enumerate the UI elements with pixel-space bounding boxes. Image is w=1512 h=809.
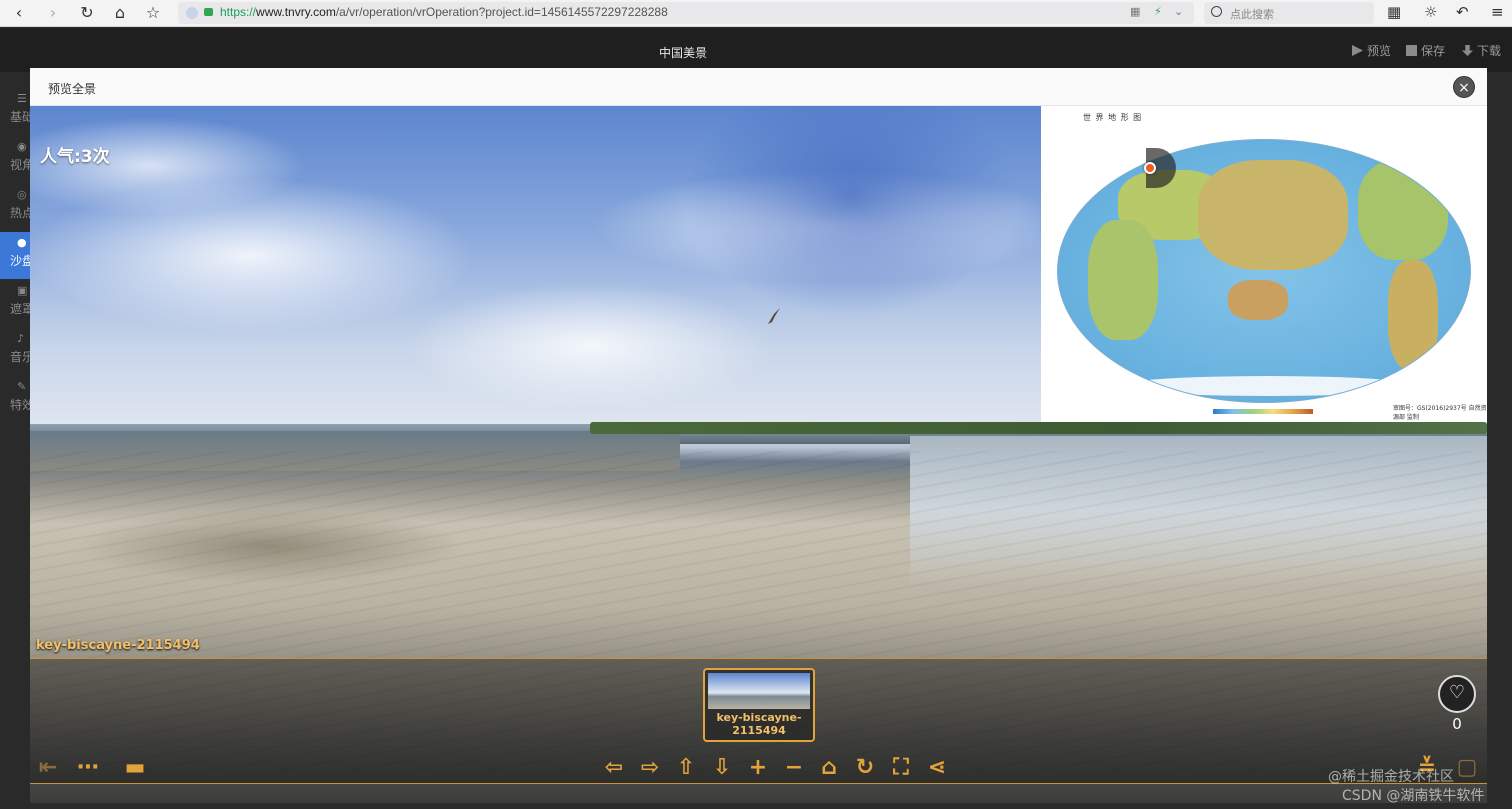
- sidebar-item-music[interactable]: ♪ 音乐: [0, 328, 34, 375]
- preview-modal: 预览全景 × 人气:3次 世 界 地 形 图 审图号：GS(2016)2937号…: [30, 68, 1487, 803]
- treeline: [590, 422, 1487, 434]
- star-icon[interactable]: ☆: [142, 3, 164, 23]
- panorama-viewer[interactable]: 人气:3次 世 界 地 形 图 审图号：GS(2016)2937号 自然资源部 …: [30, 106, 1487, 803]
- map-legend: [1213, 409, 1313, 414]
- land-south-america: [1388, 260, 1438, 370]
- back-icon[interactable]: ‹: [8, 3, 30, 23]
- arrow-down-icon[interactable]: ⇩: [710, 756, 734, 780]
- download-button[interactable]: 下载: [1462, 42, 1501, 59]
- land-north-america: [1358, 160, 1448, 260]
- scene-thumbnail[interactable]: key-biscayne-2115494: [703, 668, 815, 742]
- sidebar-item-sandtable[interactable]: ● 沙盘: [0, 232, 34, 279]
- url-text: https://www.tnvry.com/a/vr/operation/vrO…: [220, 5, 668, 19]
- save-button[interactable]: 保存: [1406, 42, 1445, 59]
- popularity-counter: 人气:3次: [40, 147, 110, 167]
- land-asia: [1198, 160, 1348, 270]
- modal-title: 预览全景: [48, 82, 97, 96]
- share-icon[interactable]: ⋖: [925, 756, 949, 780]
- target-icon: ◎: [17, 188, 27, 201]
- home-view-icon[interactable]: ⌂: [817, 756, 841, 780]
- bird-icon: [768, 308, 780, 324]
- image-icon: ▣: [17, 284, 28, 297]
- vr-glasses-icon[interactable]: ▬: [118, 756, 152, 780]
- land-australia: [1228, 280, 1288, 320]
- preview-label: 预览: [1367, 44, 1392, 58]
- eye-icon: ◉: [17, 140, 27, 153]
- arrow-up-icon[interactable]: ⇧: [674, 756, 698, 780]
- music-icon: ♪: [17, 332, 25, 345]
- url-scheme: https://: [220, 5, 257, 19]
- arrow-left-icon[interactable]: ⇦: [602, 756, 626, 780]
- undo-icon[interactable]: ↶: [1456, 3, 1469, 21]
- map-title: 世 界 地 形 图: [1083, 113, 1143, 122]
- download-icon: [1462, 45, 1473, 56]
- app-header: 中国美景 预览 保存 下载: [0, 28, 1512, 72]
- scene-name: key-biscayne-2115494: [36, 638, 200, 653]
- reader-icon[interactable]: ▦: [1130, 5, 1140, 18]
- close-button[interactable]: ×: [1453, 76, 1475, 98]
- map-note: 审图号：GS(2016)2937号 自然资源部 监制: [1393, 405, 1487, 421]
- fullscreen-icon[interactable]: ⛶: [889, 756, 913, 780]
- heart-icon: ♡: [1448, 682, 1466, 703]
- browser-toolbar: ‹ › ↻ ⌂ ☆ https://www.tnvry.com/a/vr/ope…: [0, 0, 1512, 27]
- wand-icon: ✎: [17, 380, 27, 393]
- search-placeholder: 点此搜索: [1230, 8, 1274, 21]
- preview-button[interactable]: 预览: [1352, 42, 1391, 59]
- save-label: 保存: [1421, 44, 1446, 58]
- theme-icon[interactable]: ☼: [1424, 3, 1437, 21]
- lock-icon: [204, 8, 213, 16]
- exit-icon[interactable]: ⇤: [36, 756, 60, 780]
- location-marker-icon[interactable]: [1144, 162, 1156, 174]
- watermark-line2: CSDN @湖南铁牛软件: [1342, 788, 1485, 804]
- reload-icon[interactable]: ↻: [76, 3, 98, 23]
- sidebar-item-view[interactable]: ◉ 视角: [0, 136, 34, 183]
- sidebar-item-effects[interactable]: ✎ 特效: [0, 376, 34, 423]
- watermark-line1: @稀土掘金技术社区: [1328, 769, 1454, 785]
- world-map: [1057, 139, 1471, 403]
- grid-icon[interactable]: ▦: [1387, 3, 1401, 21]
- sidebar-item-mask[interactable]: ▣ 遮罩: [0, 280, 34, 327]
- search-icon: [1211, 6, 1222, 17]
- seaweed: [30, 486, 550, 596]
- like-button[interactable]: ♡: [1438, 675, 1476, 713]
- shield-icon: [186, 7, 198, 19]
- sidebar-toggle-icon[interactable]: ▢: [1455, 756, 1479, 780]
- arrow-right-icon[interactable]: ⇨: [638, 756, 662, 780]
- pin-icon: ●: [17, 236, 27, 249]
- thumbnail-label: key-biscayne-2115494: [716, 711, 802, 737]
- address-bar[interactable]: https://www.tnvry.com/a/vr/operation/vrO…: [178, 2, 1194, 24]
- chevron-down-icon[interactable]: ⌄: [1174, 5, 1183, 18]
- sidebar-item-basic[interactable]: ☰ 基础: [0, 88, 34, 135]
- menu-icon[interactable]: ≡: [1491, 3, 1504, 21]
- url-path: /a/vr/operation/vrOperation?project.id=1…: [335, 5, 668, 19]
- like-count: 0: [1452, 715, 1462, 733]
- sidebar-item-hotspot[interactable]: ◎ 热点: [0, 184, 34, 231]
- auto-rotate-icon[interactable]: ↻: [853, 756, 877, 780]
- sky: [650, 106, 1050, 366]
- zoom-out-icon[interactable]: −: [782, 756, 806, 780]
- play-icon: [1352, 45, 1363, 56]
- download-label: 下载: [1477, 44, 1502, 58]
- modal-header: 预览全景 ×: [30, 68, 1487, 106]
- comment-icon[interactable]: ⋯: [76, 756, 100, 780]
- sand-table-map[interactable]: 世 界 地 形 图 审图号：GS(2016)2937号 自然资源部 监制: [1041, 106, 1487, 422]
- home-icon[interactable]: ⌂: [109, 3, 131, 23]
- bolt-icon[interactable]: ⚡: [1154, 5, 1162, 18]
- sidebar: ☰ 基础 ◉ 视角 ◎ 热点 ● 沙盘 ▣ 遮罩 ♪ 音乐 ✎ 特效: [0, 72, 34, 809]
- zoom-in-icon[interactable]: +: [746, 756, 770, 780]
- thumbnail-image: [708, 673, 810, 709]
- list-icon: ☰: [17, 92, 27, 105]
- forward-icon[interactable]: ›: [42, 3, 64, 23]
- url-host: www.tnvry.com: [256, 5, 336, 19]
- save-icon: [1406, 45, 1417, 56]
- search-input[interactable]: 点此搜索: [1204, 2, 1374, 24]
- land-africa: [1088, 220, 1158, 340]
- land-antarctica: [1118, 376, 1418, 396]
- project-title: 中国美景: [658, 46, 707, 60]
